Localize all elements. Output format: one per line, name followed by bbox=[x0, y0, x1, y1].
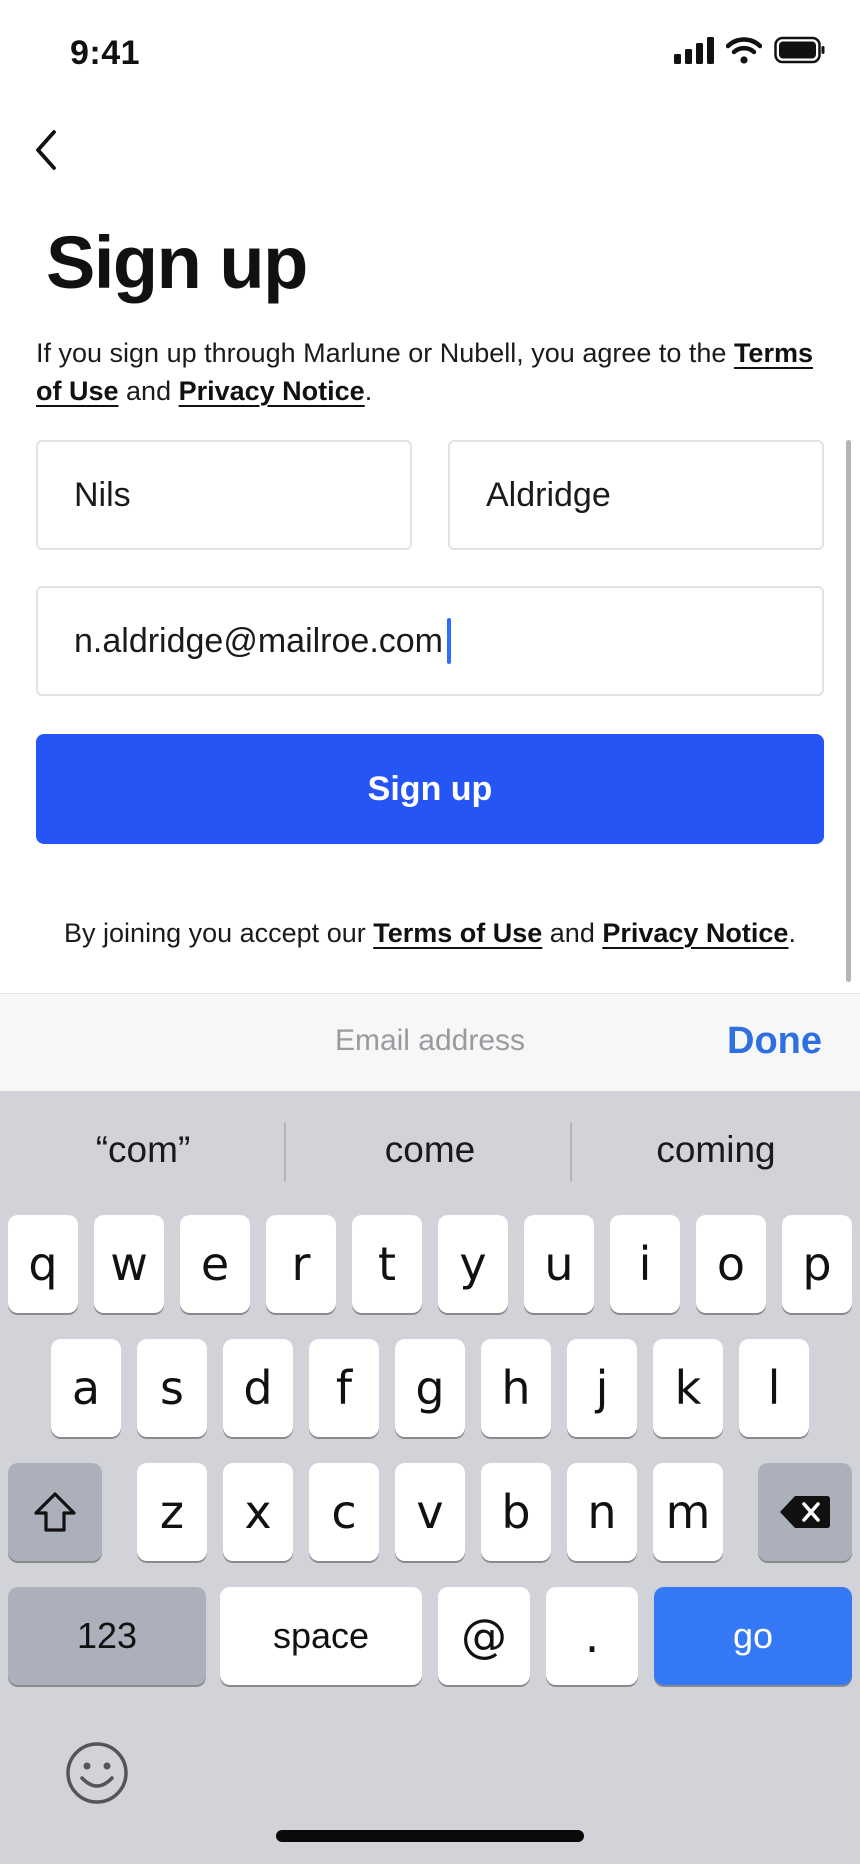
footer-privacy-link[interactable]: Privacy Notice bbox=[602, 918, 788, 948]
last-name-field[interactable]: Aldridge bbox=[448, 440, 824, 550]
home-indicator[interactable] bbox=[276, 1830, 584, 1842]
wifi-icon bbox=[726, 37, 762, 64]
key-r[interactable]: r bbox=[266, 1215, 336, 1313]
footer-text-before: By joining you accept our bbox=[64, 918, 374, 948]
go-key[interactable]: go bbox=[654, 1587, 852, 1685]
intro-privacy-link[interactable]: Privacy Notice bbox=[179, 376, 365, 406]
suggestion-1[interactable]: “com” bbox=[0, 1091, 286, 1209]
battery-icon bbox=[774, 36, 825, 64]
key-w[interactable]: w bbox=[94, 1215, 164, 1313]
key-j[interactable]: j bbox=[567, 1339, 637, 1437]
space-key[interactable]: space bbox=[220, 1587, 422, 1685]
key-f[interactable]: f bbox=[309, 1339, 379, 1437]
intro-period: . bbox=[364, 376, 373, 406]
done-button[interactable]: Done bbox=[727, 1020, 822, 1063]
dot-key[interactable]: . bbox=[546, 1587, 638, 1685]
delete-key[interactable] bbox=[758, 1463, 852, 1561]
key-d[interactable]: d bbox=[223, 1339, 293, 1437]
footer-and: and bbox=[542, 918, 603, 948]
key-t[interactable]: t bbox=[352, 1215, 422, 1313]
key-a[interactable]: a bbox=[51, 1339, 121, 1437]
keyboard-accessory-bar: Email address Done bbox=[0, 993, 860, 1091]
key-e[interactable]: e bbox=[180, 1215, 250, 1313]
key-n[interactable]: n bbox=[567, 1463, 637, 1561]
footer-note: By joining you accept our Terms of Use a… bbox=[0, 918, 860, 949]
key-h[interactable]: h bbox=[481, 1339, 551, 1437]
email-value: n.aldridge@mailroe.com bbox=[74, 621, 444, 660]
intro-and: and bbox=[118, 376, 179, 406]
scrollbar[interactable] bbox=[846, 440, 851, 982]
first-name-field[interactable]: Nils bbox=[36, 440, 412, 550]
at-key[interactable]: @ bbox=[438, 1587, 530, 1685]
key-i[interactable]: i bbox=[610, 1215, 680, 1313]
key-b[interactable]: b bbox=[481, 1463, 551, 1561]
last-name-value: Aldridge bbox=[486, 475, 611, 514]
suggestion-divider bbox=[284, 1123, 286, 1181]
back-button[interactable] bbox=[26, 122, 66, 178]
shift-icon bbox=[34, 1492, 76, 1532]
key-c[interactable]: c bbox=[309, 1463, 379, 1561]
key-y[interactable]: y bbox=[438, 1215, 508, 1313]
key-v[interactable]: v bbox=[395, 1463, 465, 1561]
key-s[interactable]: s bbox=[137, 1339, 207, 1437]
signal-icon bbox=[674, 36, 714, 64]
sign-up-button[interactable]: Sign up bbox=[36, 734, 824, 844]
footer-terms-link[interactable]: Terms of Use bbox=[373, 918, 542, 948]
back-chevron-icon bbox=[36, 130, 56, 170]
key-u[interactable]: u bbox=[524, 1215, 594, 1313]
email-field[interactable]: n.aldridge@mailroe.com bbox=[36, 586, 824, 696]
first-name-value: Nils bbox=[74, 475, 131, 514]
key-p[interactable]: p bbox=[782, 1215, 852, 1313]
key-o[interactable]: o bbox=[696, 1215, 766, 1313]
emoji-icon[interactable] bbox=[64, 1740, 130, 1806]
suggestion-2[interactable]: come bbox=[287, 1091, 573, 1209]
intro-text-before: If you sign up through Marlune or Nubell… bbox=[36, 338, 734, 368]
key-l[interactable]: l bbox=[739, 1339, 809, 1437]
key-g[interactable]: g bbox=[395, 1339, 465, 1437]
status-time: 9:41 bbox=[70, 34, 141, 72]
key-k[interactable]: k bbox=[653, 1339, 723, 1437]
intro-text: If you sign up through Marlune or Nubell… bbox=[36, 334, 836, 410]
suggestion-3[interactable]: coming bbox=[573, 1091, 859, 1209]
key-z[interactable]: z bbox=[137, 1463, 207, 1561]
text-caret bbox=[447, 618, 452, 664]
key-x[interactable]: x bbox=[223, 1463, 293, 1561]
suggestion-divider bbox=[570, 1123, 572, 1181]
shift-key[interactable] bbox=[8, 1463, 102, 1561]
page-title: Sign up bbox=[46, 221, 308, 304]
footer-period: . bbox=[788, 918, 796, 948]
numbers-key[interactable]: 123 bbox=[8, 1587, 206, 1685]
key-q[interactable]: q bbox=[8, 1215, 78, 1313]
status-icons bbox=[674, 36, 826, 64]
delete-icon bbox=[780, 1496, 830, 1528]
key-m[interactable]: m bbox=[653, 1463, 723, 1561]
